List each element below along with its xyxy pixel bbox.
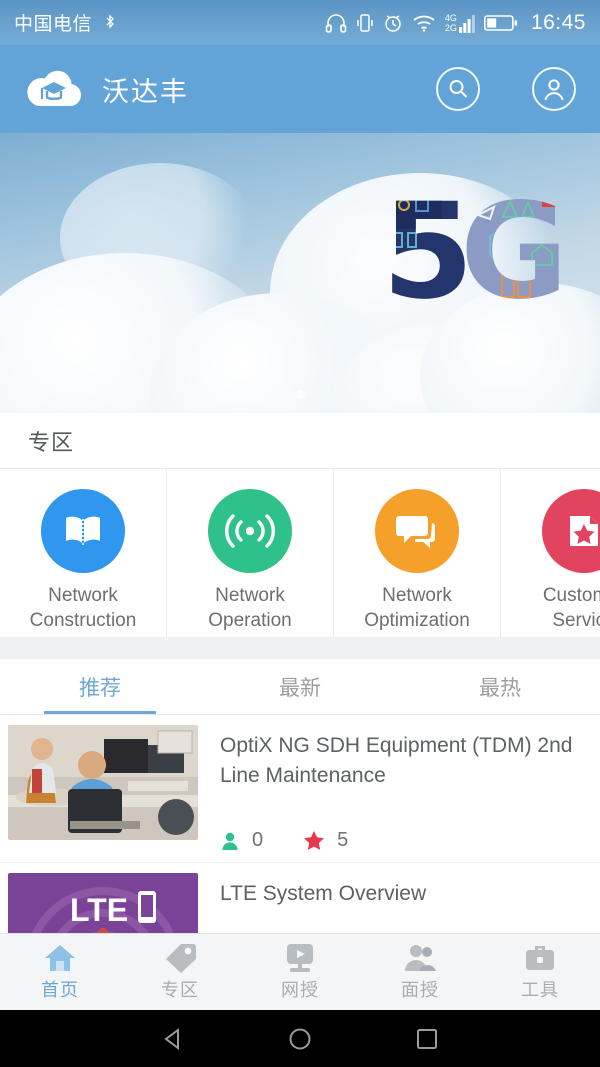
profile-icon [544,79,564,101]
signal-bars-icon [458,14,475,33]
people-icon [405,945,436,971]
lte-thumbnail-text: LTE [70,892,128,928]
app-root: 中国电信 4G 2G 16:45 沃达丰 5 G 5 G 专区 Network … [0,0,600,1067]
banner-dot-active[interactable] [295,390,305,399]
five-g-logo-icon: 5 G 5 G [382,175,568,329]
course-meta: 0 5 [220,829,584,852]
course-list-item[interactable]: OptiX NG SDH Equipment (TDM) 2nd Line Ma… [0,715,600,863]
network-primary-label: 4G [444,12,457,23]
tab-label: 最新 [279,676,321,700]
status-bar-left: 中国电信 [14,9,118,36]
battery-icon [483,14,518,31]
carrier-label: 中国电信 [14,14,93,35]
nav-label: 首页 [41,980,79,1000]
nav-item-home[interactable]: 首页 [0,942,120,1002]
wifi-icon [413,15,435,32]
open-book-icon [66,516,100,545]
signal-icon: 4G 2G [445,13,475,33]
nav-item-classroom[interactable]: 面授 [360,942,480,1002]
search-icon [449,80,467,98]
zone-section-header: 专区 [0,413,600,469]
zone-tile-label: Network Optimization [364,585,470,631]
course-learners-count: 0 [252,829,264,851]
zone-tile-network-operation[interactable]: Network Operation [167,469,334,637]
app-header: 沃达丰 [0,45,600,133]
tab-label: 最热 [479,676,521,700]
zone-tile-icon-bg [208,489,292,573]
person-icon [222,832,238,850]
zone-tile-label: Network Construction [29,585,137,631]
headphones-icon [325,13,347,33]
nav-item-tools[interactable]: 工具 [480,942,600,1002]
course-body: OptiX NG SDH Equipment (TDM) 2nd Line Ma… [198,725,600,852]
tag-icon [166,944,196,973]
vibrate-icon [357,13,373,32]
nav-item-online-course[interactable]: 网授 [240,942,360,1002]
cloud-graduation-cap-logo [27,70,82,107]
document-star-icon [570,516,598,546]
status-bar-right: 4G 2G 16:45 [325,11,586,35]
zone-tile-network-construction[interactable]: Network Construction [0,469,167,637]
zone-tile-customer-service[interactable]: Customer Service [501,469,600,637]
alarm-icon [385,14,401,32]
recents-square-icon[interactable] [414,1026,440,1052]
banner-5g-graphic: 5 G 5 G [382,175,582,329]
tab-label: 推荐 [79,676,121,700]
monitor-play-icon [287,944,313,972]
network-type-labels: 4G 2G [445,13,457,33]
zone-tile-icon-bg [542,489,600,573]
zone-tile-icon-bg [41,489,125,573]
zone-tiles[interactable]: Network Construction Network Operation N… [0,469,600,637]
profile-button[interactable] [532,67,576,111]
zone-tile-label: Network Operation [208,585,292,631]
zone-section-title: 专区 [28,429,75,455]
nav-label: 面授 [401,980,439,1000]
section-divider [0,637,600,659]
tab-hottest[interactable]: 最热 [400,659,600,714]
nav-item-zone[interactable]: 专区 [120,942,240,1002]
zone-tile-icon-bg [375,489,459,573]
system-navigation-bar[interactable] [0,1010,600,1067]
nav-label: 网授 [281,980,319,1000]
brand-title: 沃达丰 [102,76,189,107]
nav-label: 专区 [161,980,199,1000]
course-title: OptiX NG SDH Equipment (TDM) 2nd Line Ma… [220,734,573,787]
tab-recommended[interactable]: 推荐 [0,659,200,714]
course-rating-value: 5 [337,829,349,851]
banner-carousel[interactable]: 5 G 5 G [0,133,600,413]
back-triangle-icon[interactable] [160,1026,186,1052]
bluetooth-icon [106,13,114,29]
zone-tile-label: Customer Service [542,585,600,631]
home-icon [45,945,75,971]
brand: 沃达丰 [24,66,189,112]
course-learners: 0 [220,829,263,852]
office-computers-photo [8,725,198,840]
course-title: LTE System Overview [220,882,427,905]
course-thumbnail [8,725,198,840]
search-button[interactable] [436,67,480,111]
briefcase-icon [526,946,554,970]
status-bar: 中国电信 4G 2G 16:45 [0,0,600,45]
nav-label: 工具 [521,980,559,1000]
home-circle-icon[interactable] [287,1026,313,1052]
network-secondary-label: 2G [444,22,457,33]
chat-bubbles-icon [396,516,435,548]
zone-tile-network-optimization[interactable]: Network Optimization [334,469,501,637]
course-rating: 5 [303,829,348,852]
content-tabs[interactable]: 推荐 最新 最热 [0,659,600,715]
status-clock: 16:45 [530,10,586,34]
app-header-actions [436,67,576,111]
banner-page-indicator[interactable] [0,390,600,399]
star-icon [304,831,325,850]
bottom-navigation[interactable]: 首页 专区 网授 面授 工具 [0,933,600,1010]
broadcast-signal-icon [225,514,275,548]
tab-newest[interactable]: 最新 [200,659,400,714]
